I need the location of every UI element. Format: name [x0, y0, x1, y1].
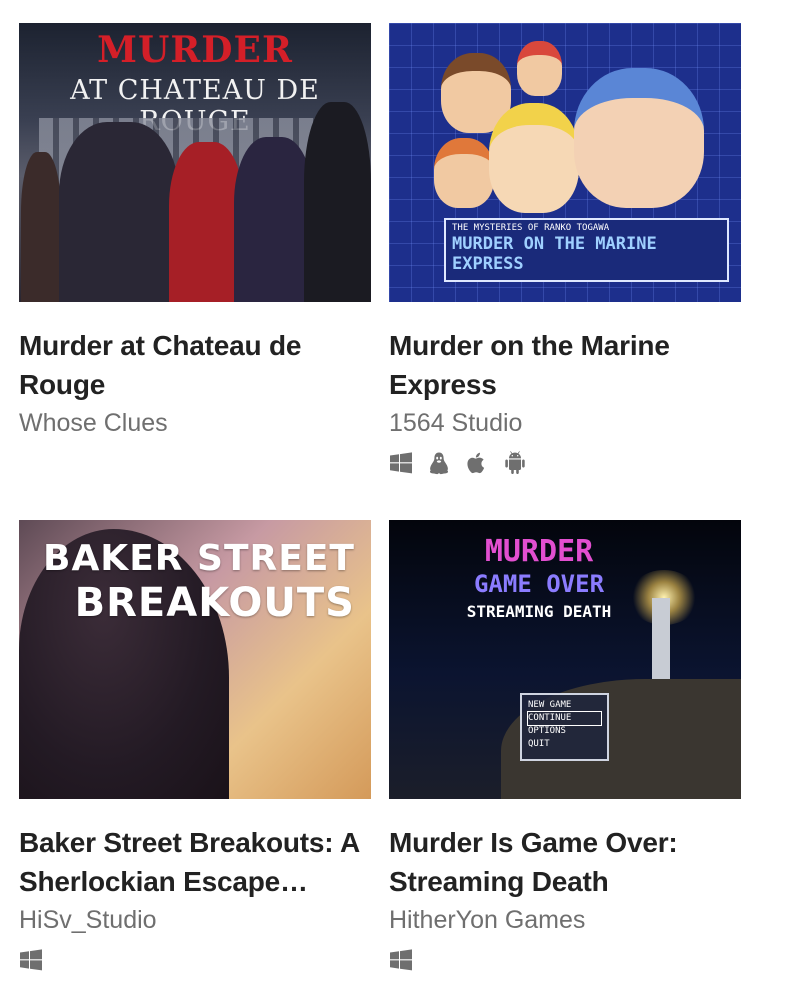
windows-icon: [19, 948, 43, 972]
cover-menu-item: NEW GAME: [528, 700, 572, 710]
platform-list: [389, 947, 741, 973]
game-author[interactable]: HitherYon Games: [389, 903, 741, 937]
cover-tagline: STREAMING DEATH: [466, 602, 612, 621]
cover-character: [169, 142, 244, 302]
game-author[interactable]: HiSv_Studio: [19, 903, 371, 937]
game-title[interactable]: Murder on the Marine Express: [389, 326, 741, 404]
game-title[interactable]: Murder at Chateau de Rouge: [19, 326, 371, 404]
apple-icon: [465, 451, 489, 475]
game-thumbnail[interactable]: MURDER GAME OVER STREAMING DEATH NEW GAM…: [389, 520, 741, 799]
cover-character: [489, 103, 579, 213]
cover-character: [59, 122, 179, 302]
cover-title: MURDER: [97, 29, 293, 71]
game-title[interactable]: Baker Street Breakouts: A Sherlockian Es…: [19, 823, 371, 901]
cover-subtitle: THE MYSTERIES OF RANKO TOGAWA: [452, 223, 610, 233]
cover-character: [234, 137, 314, 302]
cover-title: MURDER: [484, 534, 594, 569]
cover-sign: THE MYSTERIES OF RANKO TOGAWA MURDER ON …: [444, 218, 729, 282]
cover-character: [517, 41, 562, 96]
game-card[interactable]: MURDER AT CHATEAU DE ROUGE Murder at Cha…: [19, 23, 371, 440]
windows-icon: [389, 948, 413, 972]
platform-list: [19, 947, 371, 973]
cover-menu: NEW GAME CONTINUE OPTIONS QUIT: [520, 693, 609, 761]
game-grid: MURDER AT CHATEAU DE ROUGE Murder at Cha…: [0, 0, 785, 1000]
cover-subtitle: GAME OVER: [473, 570, 605, 598]
cover-character: [434, 138, 494, 208]
game-thumbnail[interactable]: MURDER AT CHATEAU DE ROUGE: [19, 23, 371, 302]
game-thumbnail[interactable]: BAKER STREET BREAKOUTS: [19, 520, 371, 799]
game-author[interactable]: 1564 Studio: [389, 406, 741, 440]
game-card[interactable]: BAKER STREET BREAKOUTS Baker Street Brea…: [19, 520, 371, 973]
cover-title: MURDER ON THE MARINE EXPRESS: [452, 234, 657, 274]
game-title[interactable]: Murder Is Game Over: Streaming Death: [389, 823, 741, 901]
cover-title: BAKER STREET: [43, 538, 355, 579]
cover-menu-item: QUIT: [528, 739, 550, 749]
platform-list: [389, 450, 741, 476]
game-thumbnail[interactable]: THE MYSTERIES OF RANKO TOGAWA MURDER ON …: [389, 23, 741, 302]
cover-menu-item: OPTIONS: [528, 726, 566, 736]
windows-icon: [389, 451, 413, 475]
game-card[interactable]: MURDER GAME OVER STREAMING DEATH NEW GAM…: [389, 520, 741, 973]
cover-character: [21, 152, 61, 302]
cover-character: [304, 102, 371, 302]
cover-character: [574, 68, 704, 208]
linux-icon: [427, 451, 451, 475]
android-icon: [503, 451, 527, 475]
cover-menu-item: CONTINUE: [527, 711, 602, 726]
cover-subtitle: BREAKOUTS: [74, 580, 355, 626]
game-card[interactable]: THE MYSTERIES OF RANKO TOGAWA MURDER ON …: [389, 23, 741, 476]
game-author[interactable]: Whose Clues: [19, 406, 371, 440]
